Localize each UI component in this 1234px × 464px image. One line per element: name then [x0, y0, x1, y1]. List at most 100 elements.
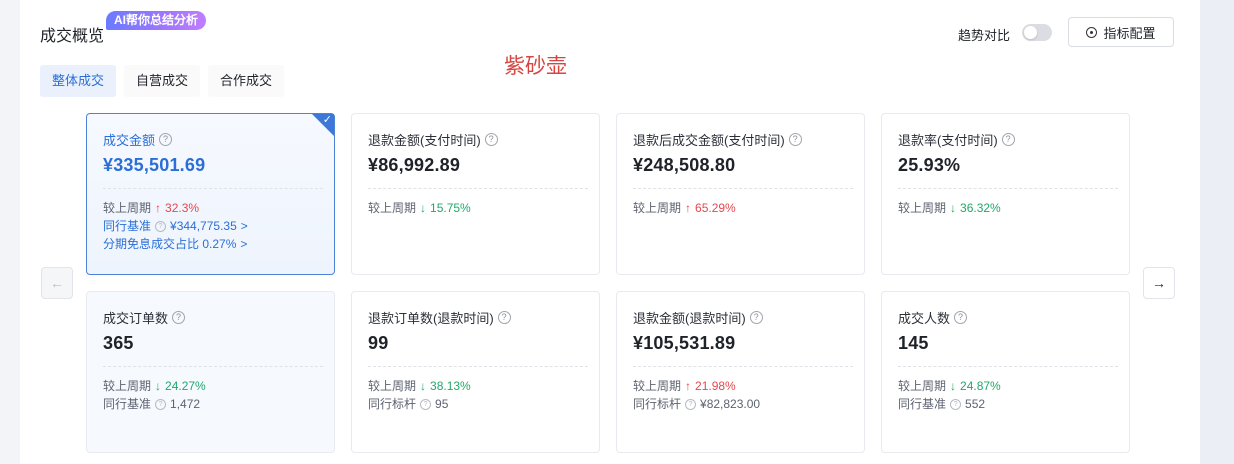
- card-divider: [898, 366, 1118, 367]
- help-icon: ?: [950, 398, 962, 410]
- help-icon[interactable]: ?: [172, 311, 186, 324]
- help-icon[interactable]: ?: [159, 133, 173, 146]
- bench-label: 同行基准: [103, 219, 152, 233]
- installment-row[interactable]: 分期免息成交占比 0.27% >: [103, 235, 334, 253]
- compare-row: 较上周期 ↓ 24.27%: [103, 377, 334, 395]
- card-divider: [368, 366, 588, 367]
- help-icon: ?: [685, 398, 697, 410]
- metric-card-refund-rate[interactable]: 退款率(支付时间) ? 25.93% 较上周期 ↓ 36.32%: [881, 113, 1130, 275]
- card-label-text: 成交人数: [898, 311, 951, 326]
- card-value: 25.93%: [898, 155, 961, 175]
- arrow-up-icon: ↑: [685, 201, 692, 215]
- benchmark-row: 同行标杆 ? ¥82,823.00: [633, 395, 864, 413]
- card-divider: [368, 188, 588, 189]
- arrow-down-icon: ↓: [155, 379, 162, 393]
- metric-card-buyers[interactable]: 成交人数 ? 145 较上周期 ↓ 24.87% 同行基准 ? 552: [881, 291, 1130, 453]
- help-icon[interactable]: ?: [484, 133, 498, 146]
- card-divider: [633, 188, 853, 189]
- metric-card-refund-orders[interactable]: 退款订单数(退款时间) ? 99 较上周期 ↓ 38.13% 同行标杆 ? 95: [351, 291, 600, 453]
- card-label: 退款金额(支付时间) ?: [368, 130, 599, 149]
- compare-row: 较上周期 ↓ 38.13%: [368, 377, 599, 395]
- benchmark-row: 同行基准 ? 552: [898, 395, 1129, 413]
- benchmark-row[interactable]: 同行基准 ? ¥344,775.35 >: [103, 217, 334, 235]
- right-edge-strip: [1200, 0, 1234, 464]
- arrow-left-icon: ←: [50, 275, 64, 291]
- prev-page-button[interactable]: ←: [41, 267, 73, 299]
- help-icon: ?: [155, 220, 167, 232]
- arrow-down-icon: ↓: [950, 201, 957, 215]
- compare-label: 较上周期: [633, 201, 682, 215]
- arrow-down-icon: ↓: [420, 379, 427, 393]
- card-value: 99: [368, 333, 389, 353]
- bench-value: 95: [435, 397, 449, 411]
- metric-card-net-gmv[interactable]: 退款后成交金额(支付时间) ? ¥248,508.80 较上周期 ↑ 65.29…: [616, 113, 865, 275]
- card-divider: [103, 366, 323, 367]
- help-icon: ?: [155, 398, 167, 410]
- compare-value: 15.75%: [430, 201, 471, 215]
- installment-label: 分期免息成交占比 0.27%: [103, 237, 237, 251]
- metric-card-gmv[interactable]: ✓ 成交金额 ? ¥335,501.69 较上周期 ↑ 32.3% 同行基准 ?…: [86, 113, 335, 275]
- compare-value: 24.27%: [165, 379, 206, 393]
- help-icon: ?: [420, 398, 432, 410]
- card-label: 退款订单数(退款时间) ?: [368, 308, 599, 327]
- trend-compare-toggle[interactable]: [1022, 24, 1052, 41]
- bench-label: 同行标杆: [633, 397, 682, 411]
- next-page-button[interactable]: →: [1143, 267, 1175, 299]
- compare-row: 较上周期 ↑ 21.98%: [633, 377, 864, 395]
- metric-card-refund-amount-refund[interactable]: 退款金额(退款时间) ? ¥105,531.89 较上周期 ↑ 21.98% 同…: [616, 291, 865, 453]
- metric-config-label: 指标配置: [1103, 25, 1156, 41]
- help-icon[interactable]: ?: [497, 311, 511, 324]
- compare-row: 较上周期 ↑ 65.29%: [633, 199, 864, 217]
- ai-summary-badge[interactable]: AI帮你总结分析: [106, 11, 207, 30]
- compare-label: 较上周期: [103, 201, 152, 215]
- metric-config-button[interactable]: 指标配置: [1068, 17, 1174, 47]
- bench-label: 同行标杆: [368, 397, 417, 411]
- card-label: 成交订单数 ?: [103, 308, 334, 327]
- card-value: 145: [898, 333, 929, 353]
- metric-card-refund-amount-pay[interactable]: 退款金额(支付时间) ? ¥86,992.89 较上周期 ↓ 15.75%: [351, 113, 600, 275]
- card-label-text: 退款后成交金额(支付时间): [633, 133, 785, 148]
- compare-label: 较上周期: [368, 379, 417, 393]
- benchmark-row: 同行标杆 ? 95: [368, 395, 599, 413]
- card-label: 成交人数 ?: [898, 308, 1129, 327]
- card-label: 退款率(支付时间) ?: [898, 130, 1129, 149]
- chevron-right-icon: >: [240, 237, 248, 251]
- compare-label: 较上周期: [898, 201, 947, 215]
- benchmark-row: 同行基准 ? 1,472: [103, 395, 334, 413]
- card-label-text: 退款金额(支付时间): [368, 133, 481, 148]
- card-label-text: 成交订单数: [103, 311, 169, 326]
- compare-row: 较上周期 ↓ 36.32%: [898, 199, 1129, 217]
- card-divider: [103, 188, 323, 189]
- arrow-up-icon: ↑: [155, 201, 162, 215]
- help-icon[interactable]: ?: [788, 133, 802, 146]
- card-label-text: 退款订单数(退款时间): [368, 311, 494, 326]
- compare-row: 较上周期 ↓ 15.75%: [368, 199, 599, 217]
- tab-cooperation[interactable]: 合作成交: [208, 65, 285, 97]
- compare-row: 较上周期 ↑ 32.3%: [103, 199, 334, 217]
- metric-card-orders[interactable]: 成交订单数 ? 365 较上周期 ↓ 24.27% 同行基准 ? 1,472: [86, 291, 335, 453]
- tab-overall[interactable]: 整体成交: [40, 65, 117, 97]
- compare-label: 较上周期: [633, 379, 682, 393]
- chevron-right-icon: >: [240, 219, 248, 233]
- card-label: 成交金额 ?: [103, 130, 334, 149]
- arrow-up-icon: ↑: [685, 379, 692, 393]
- arrow-down-icon: ↓: [950, 379, 957, 393]
- bench-value: 1,472: [170, 397, 201, 411]
- bench-value: ¥344,775.35: [170, 219, 237, 233]
- watermark-text: 紫砂壶: [504, 54, 567, 78]
- card-value: ¥248,508.80: [633, 155, 736, 175]
- arrow-down-icon: ↓: [420, 201, 427, 215]
- card-value: ¥86,992.89: [368, 155, 461, 175]
- arrow-right-icon: →: [1152, 275, 1166, 291]
- help-icon[interactable]: ?: [749, 311, 763, 324]
- card-label-text: 成交金额: [103, 133, 156, 148]
- card-value: 365: [103, 333, 134, 353]
- card-value: ¥335,501.69: [103, 155, 206, 175]
- help-icon[interactable]: ?: [1001, 133, 1015, 146]
- page-title: 成交概览: [40, 28, 105, 45]
- bench-label: 同行基准: [898, 397, 947, 411]
- tab-bar: 整体成交 自营成交 合作成交: [40, 65, 285, 97]
- compare-value: 24.87%: [960, 379, 1001, 393]
- tab-self-operated[interactable]: 自营成交: [124, 65, 201, 97]
- help-icon[interactable]: ?: [954, 311, 968, 324]
